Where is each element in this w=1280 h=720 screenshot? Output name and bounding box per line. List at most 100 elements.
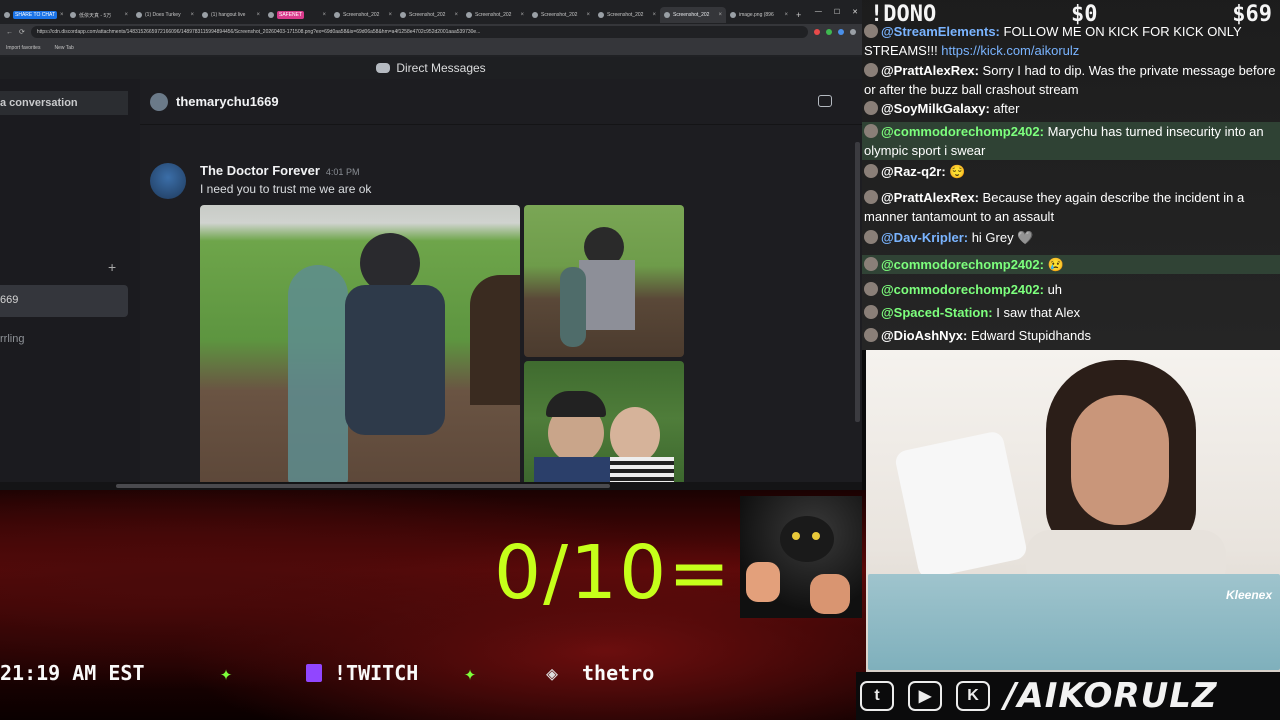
eye-icon: ◈ — [546, 661, 559, 685]
minimize-icon[interactable]: — — [815, 8, 822, 16]
social-bar: t ▶ K /AIKORULZ — [856, 672, 1280, 720]
star-icon: ✦ — [220, 661, 233, 685]
ticker-bar: 21:19 AM EST ✦ !TWITCH ✦ ◈ thetro — [0, 656, 866, 690]
tab-close-icon[interactable]: × — [256, 12, 260, 18]
bookmarks-bar: Import favorites New Tab — [0, 40, 862, 56]
browser-tab[interactable]: Screenshot_202 × — [594, 7, 660, 23]
create-dm-icon[interactable]: + — [108, 259, 116, 275]
dm-header: Direct Messages — [0, 57, 862, 79]
back-icon[interactable]: ← — [6, 29, 13, 36]
bookmark-new-tab[interactable]: New Tab — [54, 45, 73, 51]
tab-favicon-icon — [532, 12, 538, 18]
chat-text: 😢 — [1043, 257, 1064, 272]
message-author[interactable]: The Doctor Forever 4:01 PM — [200, 163, 359, 178]
tab-close-icon[interactable]: × — [322, 12, 326, 18]
start-conversation-search[interactable]: a conversation — [0, 91, 128, 115]
browser-tab[interactable]: image.png (896 × — [726, 7, 792, 23]
dm-item-selected[interactable]: 669 — [0, 285, 128, 317]
chat-username: @Dav-Kripler: — [881, 230, 969, 245]
dono-amount-2: $69 — [1232, 1, 1272, 27]
chat-message: @SoyMilkGalaxy: after — [862, 99, 1280, 118]
chat-message: @Spaced-Station: I saw that Alex — [862, 303, 1280, 322]
browser-tab[interactable]: (1) Does Turkey × — [132, 7, 198, 23]
maximize-icon[interactable]: ☐ — [834, 8, 840, 16]
tab-label: Screenshot_202 — [607, 12, 644, 18]
chat-username: @Spaced-Station: — [881, 305, 993, 320]
browser-tab[interactable]: Screenshot_202 × — [462, 7, 528, 23]
address-bar-row: ← ⟳ https://cdn.discordapp.com/attachmen… — [0, 24, 862, 40]
dono-label: !DONO — [870, 1, 937, 27]
url-input[interactable]: https://cdn.discordapp.com/attachments/1… — [30, 26, 808, 38]
tab-favicon-icon — [202, 12, 208, 18]
tab-close-icon[interactable]: × — [60, 12, 64, 18]
chat-link: https://kick.com/aikorulz — [941, 43, 1080, 58]
tab-close-icon[interactable]: × — [586, 12, 590, 18]
tab-favicon-icon — [334, 12, 340, 18]
attachment-photo-statue[interactable] — [200, 205, 520, 490]
tab-label: image.png (896 — [739, 12, 774, 18]
dm-item[interactable]: rrling — [0, 324, 128, 356]
browser-tab[interactable]: Screenshot_202 × — [330, 7, 396, 23]
browser-window: SHARE TO CHAT × 低依天真 - 5万 × (1) Does Turkey ×… — [0, 0, 862, 490]
star-icon: ✦ — [464, 661, 477, 685]
browser-tab[interactable]: Screenshot_202 × — [528, 7, 594, 23]
chat-username: @commodorechomp2402: — [881, 124, 1044, 139]
cat-sticker — [740, 496, 862, 618]
tab-close-icon[interactable]: × — [784, 12, 788, 18]
tab-close-icon[interactable]: × — [454, 12, 458, 18]
user-badge-icon — [864, 282, 878, 296]
tab-close-icon[interactable]: × — [520, 12, 524, 18]
attachment-photo-selfie[interactable] — [524, 361, 684, 490]
browser-tab[interactable]: 低依天真 - 5万 × — [66, 7, 132, 23]
tab-label: Screenshot_202 — [673, 12, 710, 18]
extension-icon[interactable] — [826, 29, 832, 35]
chat-username: @DioAshNyx: — [881, 328, 968, 343]
twitter-icon: t — [860, 681, 894, 711]
extension-icon[interactable] — [838, 29, 844, 35]
kick-icon: K — [956, 681, 990, 711]
message-timestamp: 4:01 PM — [325, 167, 360, 177]
ticker-time: 21:19 AM EST — [0, 661, 145, 685]
discord-app: Direct Messages a conversation + 669 rrl… — [0, 57, 862, 490]
dono-amount-1: $0 — [1070, 1, 1098, 27]
chat-panel: themarychu1669 The Doctor Forever 4:01 PM… — [140, 79, 862, 490]
extension-icon[interactable] — [814, 29, 820, 35]
chat-message: @commodorechomp2402: Marychu has turned … — [862, 122, 1280, 160]
chat-message: @Raz-q2r: 😌 — [862, 162, 1280, 181]
new-tab-icon[interactable]: + — [796, 10, 801, 20]
author-name[interactable]: The Doctor Forever — [200, 163, 320, 178]
tab-close-icon[interactable]: × — [388, 12, 392, 18]
chat-text: I saw that Alex — [992, 305, 1081, 320]
tab-label: Screenshot_202 — [409, 12, 446, 18]
vertical-scrollbar[interactable] — [855, 142, 860, 422]
tab-close-icon[interactable]: × — [718, 12, 722, 18]
chat-message: @PrattAlexRex: Sorry I had to dip. Was t… — [862, 61, 1280, 99]
browser-tab[interactable]: Screenshot_202 × — [660, 7, 726, 23]
browser-tab[interactable]: SHARE TO CHAT × — [0, 7, 66, 23]
call-icon[interactable] — [818, 95, 832, 107]
browser-tab[interactable]: (1) hangout live × — [198, 7, 264, 23]
author-avatar[interactable] — [150, 163, 186, 199]
scrollbar-thumb[interactable] — [116, 484, 610, 488]
bookmark-import-favorites[interactable]: Import favorites — [6, 45, 40, 51]
stream-layout: SHARE TO CHAT × 低依天真 - 5万 × (1) Does Turkey ×… — [0, 0, 1280, 720]
browser-tab[interactable]: Screenshot_202 × — [396, 7, 462, 23]
chat-username: @commodorechomp2402: — [881, 257, 1044, 272]
browser-tab[interactable]: SAFENET × — [264, 7, 330, 23]
user-badge-icon — [864, 101, 878, 115]
tab-close-icon[interactable]: × — [652, 12, 656, 18]
profile-icon[interactable] — [850, 29, 856, 35]
dm-sidebar: a conversation + 669 rrling — [0, 79, 140, 490]
horizontal-scrollbar[interactable] — [0, 482, 862, 490]
reload-icon[interactable]: ⟳ — [19, 28, 25, 36]
user-badge-icon — [864, 190, 878, 204]
close-window-icon[interactable]: ✕ — [852, 8, 858, 16]
attachment-photo-2[interactable] — [524, 205, 684, 357]
chat-username: @PrattAlexRex: — [881, 63, 979, 78]
channel-name: themarychu1669 — [176, 94, 279, 109]
chat-text: 😌 — [945, 164, 966, 179]
tab-close-icon[interactable]: × — [124, 12, 128, 18]
tab-close-icon[interactable]: × — [190, 12, 194, 18]
rating-score: 0/10= — [494, 530, 733, 616]
user-badge-icon — [864, 230, 878, 244]
